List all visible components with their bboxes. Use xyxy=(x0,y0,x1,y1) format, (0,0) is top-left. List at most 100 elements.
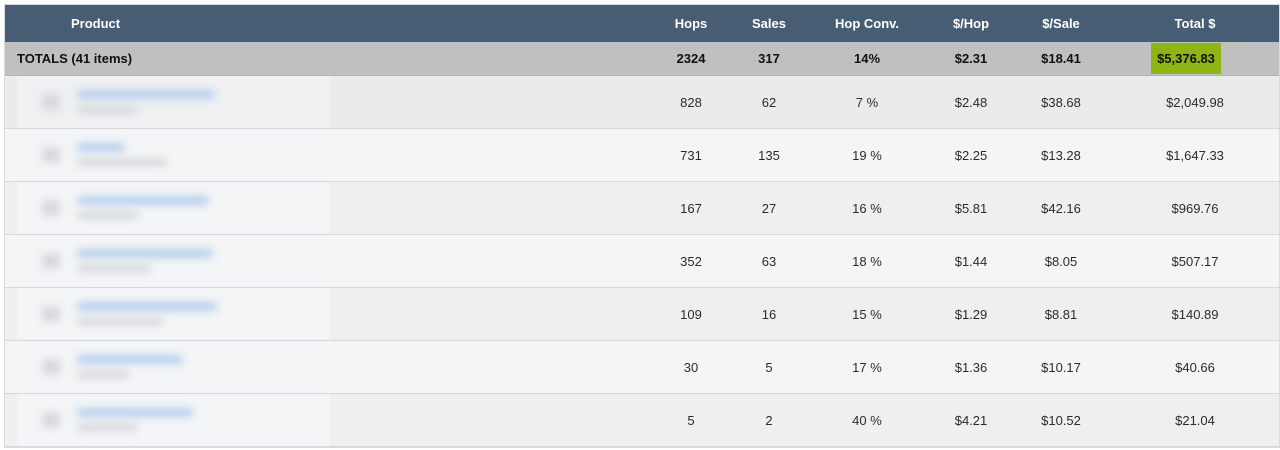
cell-total: $969.76 xyxy=(1171,200,1219,216)
product-thumbnail xyxy=(42,306,60,322)
product-link[interactable] xyxy=(77,90,215,99)
redacted-product-info xyxy=(17,76,330,128)
cell-sales: 135 xyxy=(758,147,780,163)
cell-total: $140.89 xyxy=(1171,306,1219,322)
redacted-product-info xyxy=(17,129,330,181)
redacted-product-info xyxy=(17,288,330,340)
table-row: 167 27 16 % $5.81 $42.16 $969.76 xyxy=(5,182,1279,235)
cell-per-hop: $5.81 xyxy=(954,200,988,216)
cell-per-sale: $8.05 xyxy=(1044,253,1078,269)
product-cell xyxy=(5,129,665,181)
cell-per-hop: $1.36 xyxy=(954,359,988,375)
cell-total: $1,647.33 xyxy=(1166,147,1224,163)
cell-per-hop: $2.25 xyxy=(954,147,988,163)
cell-total: $2,049.98 xyxy=(1166,94,1224,110)
cell-sales: 16 xyxy=(761,306,777,322)
product-link[interactable] xyxy=(77,302,217,311)
cell-sales: 5 xyxy=(765,359,773,375)
col-header-product[interactable]: Product xyxy=(5,5,731,42)
product-link[interactable] xyxy=(77,249,213,258)
cell-hops: 731 xyxy=(680,147,702,163)
cell-hops: 352 xyxy=(680,253,702,269)
cell-total: $21.04 xyxy=(1175,412,1215,428)
product-thumbnail xyxy=(42,147,60,163)
product-link[interactable] xyxy=(77,196,209,205)
table-row: 109 16 15 % $1.29 $8.81 $140.89 xyxy=(5,288,1279,341)
product-cell xyxy=(5,182,665,234)
col-header-sales[interactable]: Sales xyxy=(733,5,805,42)
totals-label: TOTALS (41 items) xyxy=(17,51,133,66)
table-header: Product Hops Sales Hop Conv. $/Hop $/Sal… xyxy=(5,5,1279,42)
product-link[interactable] xyxy=(77,355,183,364)
product-thumbnail xyxy=(42,359,60,375)
cell-hop-conv: 7 % xyxy=(855,94,879,110)
cell-hop-conv: 19 % xyxy=(852,147,882,163)
product-link[interactable] xyxy=(77,143,125,152)
cell-per-sale: $42.16 xyxy=(1041,200,1081,216)
product-cell xyxy=(5,341,665,393)
col-header-per-hop[interactable]: $/Hop xyxy=(931,5,1011,42)
product-thumbnail xyxy=(42,94,60,110)
product-cell xyxy=(5,394,665,446)
table-row: 30 5 17 % $1.36 $10.17 $40.66 xyxy=(5,341,1279,394)
cell-hops: 109 xyxy=(680,306,702,322)
cell-sales: 27 xyxy=(761,200,777,216)
product-subtext xyxy=(77,212,139,219)
cell-hop-conv: 18 % xyxy=(852,253,882,269)
cell-per-sale: $13.28 xyxy=(1041,147,1081,163)
cell-hop-conv: 17 % xyxy=(852,359,882,375)
cell-per-sale: $8.81 xyxy=(1044,306,1078,322)
cell-sales: 63 xyxy=(761,253,777,269)
product-cell xyxy=(5,288,665,340)
cell-per-hop: $1.29 xyxy=(954,306,988,322)
cell-sales: 62 xyxy=(761,94,777,110)
totals-hops: 2324 xyxy=(676,51,706,66)
cell-total: $40.66 xyxy=(1175,359,1215,375)
cell-per-sale: $10.17 xyxy=(1041,359,1081,375)
table-row: 352 63 18 % $1.44 $8.05 $507.17 xyxy=(5,235,1279,288)
cell-total: $507.17 xyxy=(1171,253,1219,269)
product-subtext xyxy=(77,265,151,272)
sales-table: Product Hops Sales Hop Conv. $/Hop $/Sal… xyxy=(4,4,1280,448)
cell-hops: 30 xyxy=(683,359,699,375)
cell-per-sale: $38.68 xyxy=(1041,94,1081,110)
col-header-per-sale[interactable]: $/Sale xyxy=(1021,5,1101,42)
product-subtext xyxy=(77,424,137,431)
table-row: 731 135 19 % $2.25 $13.28 $1,647.33 xyxy=(5,129,1279,182)
cell-hops: 5 xyxy=(687,412,695,428)
redacted-product-info xyxy=(17,182,330,234)
product-subtext xyxy=(77,106,137,113)
totals-sales: 317 xyxy=(758,51,780,66)
cell-hop-conv: 16 % xyxy=(852,200,882,216)
totals-row: TOTALS (41 items) 2324 317 14% $2.31 $18… xyxy=(5,42,1279,76)
product-cell xyxy=(5,235,665,287)
redacted-product-info xyxy=(17,394,330,446)
product-thumbnail xyxy=(42,412,60,428)
product-subtext xyxy=(77,371,129,378)
col-header-hop-conv[interactable]: Hop Conv. xyxy=(817,5,917,42)
table-body: 828 62 7 % $2.48 $38.68 $2,049.98 731 135 19 % $2… xyxy=(5,76,1279,447)
totals-hop-conv: 14% xyxy=(853,51,881,66)
product-subtext xyxy=(77,159,167,166)
cell-per-hop: $4.21 xyxy=(954,412,988,428)
cell-hops: 167 xyxy=(680,200,702,216)
totals-total-highlight: $5,376.83 xyxy=(1151,43,1221,74)
totals-per-sale: $18.41 xyxy=(1041,51,1081,66)
col-header-hops[interactable]: Hops xyxy=(655,5,727,42)
cell-per-hop: $1.44 xyxy=(954,253,988,269)
redacted-product-info xyxy=(17,235,330,287)
product-thumbnail xyxy=(42,253,60,269)
totals-total-cell: $5,376.83 xyxy=(1145,42,1227,75)
product-thumbnail xyxy=(42,200,60,216)
table-row: 5 2 40 % $4.21 $10.52 $21.04 xyxy=(5,394,1279,447)
table-row: 828 62 7 % $2.48 $38.68 $2,049.98 xyxy=(5,76,1279,129)
col-header-total[interactable]: Total $ xyxy=(1145,5,1245,42)
redacted-product-info xyxy=(17,341,330,393)
product-subtext xyxy=(77,318,163,325)
cell-per-sale: $10.52 xyxy=(1041,412,1081,428)
cell-sales: 2 xyxy=(765,412,773,428)
cell-hop-conv: 15 % xyxy=(852,306,882,322)
product-cell xyxy=(5,76,665,128)
totals-per-hop: $2.31 xyxy=(954,51,988,66)
product-link[interactable] xyxy=(77,408,193,417)
